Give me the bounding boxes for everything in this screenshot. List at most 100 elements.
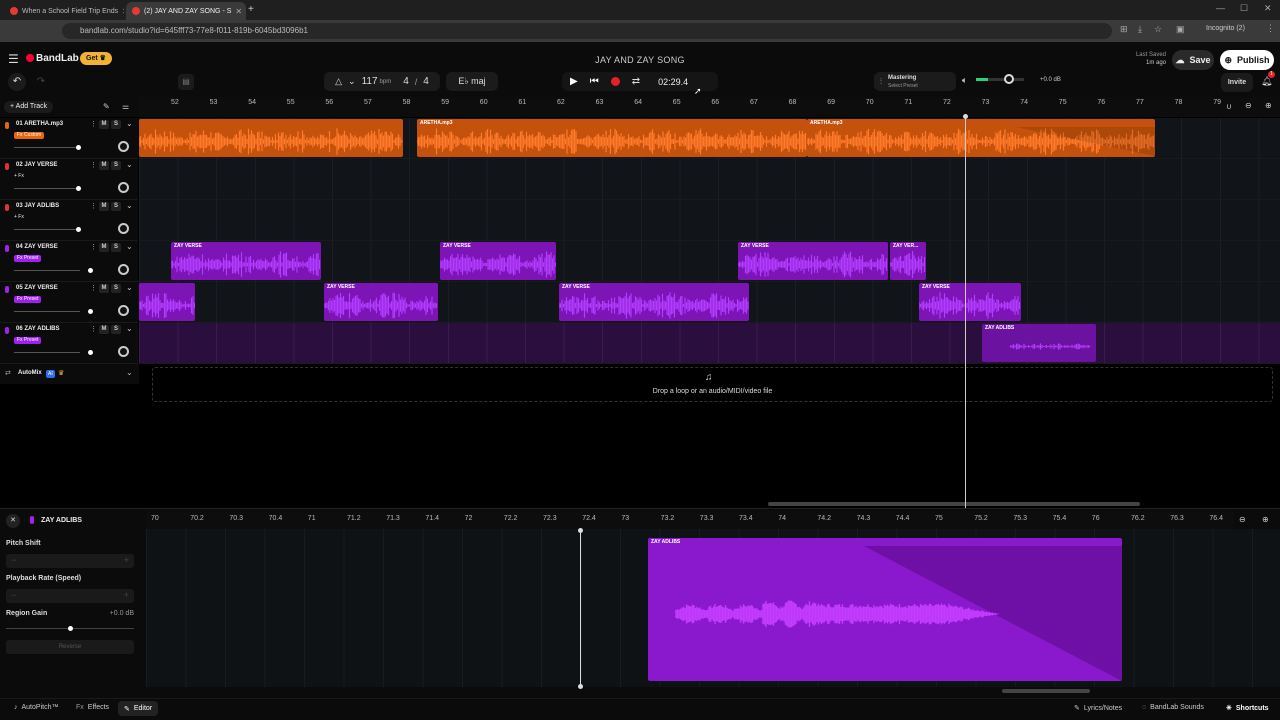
editor-playhead-handle[interactable]: [578, 528, 583, 533]
region-gain-slider[interactable]: [6, 626, 134, 631]
track-menu-icon[interactable]: ⋮: [90, 120, 97, 128]
extensions-icon[interactable]: ⊞: [1120, 24, 1128, 35]
region-zay-verse[interactable]: ZAY VERSE: [738, 242, 888, 280]
bandlab-sounds-button[interactable]: ◌ BandLab Sounds: [1142, 704, 1204, 711]
solo-button[interactable]: S: [111, 120, 121, 129]
zoom-in-icon[interactable]: ⊕: [1265, 101, 1272, 110]
close-tab-icon[interactable]: ✕: [122, 7, 124, 16]
skip-back-icon[interactable]: ⏮: [590, 76, 599, 87]
volume-knob[interactable]: [88, 350, 93, 355]
track-volume-slider[interactable]: [14, 186, 81, 191]
region-zay-verse[interactable]: [139, 283, 195, 321]
lyrics-notes-button[interactable]: ✎ Lyrics/Notes: [1074, 704, 1122, 713]
bpm-value[interactable]: 117: [362, 76, 378, 87]
track-header[interactable]: 06 ZAY ADLIBS ⋮ M S ⌄ Fx Preset: [0, 323, 138, 364]
track-menu-icon[interactable]: ⋮: [90, 325, 97, 333]
pan-knob[interactable]: [118, 346, 129, 357]
maximize-icon[interactable]: ☐: [1240, 3, 1248, 14]
track-volume-slider[interactable]: [14, 309, 93, 314]
song-title[interactable]: JAY AND ZAY SONG: [570, 55, 710, 65]
mute-button[interactable]: M: [99, 325, 109, 334]
close-window-icon[interactable]: ✕: [1264, 3, 1272, 14]
mute-button[interactable]: M: [99, 161, 109, 170]
close-tab-icon[interactable]: ✕: [235, 7, 242, 16]
bookmark-star-icon[interactable]: ☆: [1154, 24, 1162, 35]
solo-button[interactable]: S: [111, 284, 121, 293]
mute-button[interactable]: M: [99, 243, 109, 252]
track-lane[interactable]: ZAY VERSE ZAY VERSE ZAY VERSE: [139, 282, 1280, 323]
effects-tab[interactable]: Fx Effects: [76, 704, 109, 711]
minus-icon[interactable]: −: [11, 590, 16, 600]
speaker-icon[interactable]: 🔈︎: [962, 75, 967, 86]
fx-tag[interactable]: Fx Preset: [14, 296, 42, 303]
track-name[interactable]: 04 ZAY VERSE: [16, 244, 58, 250]
track-menu-icon[interactable]: ⋮: [90, 161, 97, 169]
region-zay-verse[interactable]: ZAY VERSE: [919, 283, 1021, 321]
sidebar-icon[interactable]: ▣: [1176, 24, 1185, 35]
volume-knob[interactable]: [1004, 74, 1014, 84]
pitch-shift-stepper[interactable]: − +: [6, 554, 134, 568]
undo-icon[interactable]: ↶: [8, 73, 26, 91]
region-zay-verse[interactable]: ZAY VERSE: [559, 283, 749, 321]
save-button[interactable]: ☁ Save: [1172, 50, 1214, 70]
solo-button[interactable]: S: [111, 243, 121, 252]
track-lane[interactable]: ZAY VERSE ZAY VERSE ZAY VERSE ZAY VER...: [139, 241, 1280, 282]
editor-region-zay-adlibs[interactable]: ZAY ADLIBS: [648, 538, 1122, 681]
track-volume-slider[interactable]: [14, 350, 93, 355]
incognito-profile[interactable]: Incognito (2): [1206, 25, 1245, 32]
track-lane[interactable]: ARETHA.mp3 ARETHA.mp3: [139, 118, 1280, 159]
track-header[interactable]: 04 ZAY VERSE ⋮ M S ⌄ Fx Preset: [0, 241, 138, 282]
fx-tag[interactable]: Fx Preset: [14, 337, 42, 344]
mixer-icon[interactable]: ⚌: [122, 102, 129, 111]
metronome-icon[interactable]: △: [335, 76, 342, 87]
chevron-down-icon[interactable]: ⌄: [126, 119, 133, 128]
loop-icon[interactable]: ⇄: [632, 76, 640, 87]
close-editor-icon[interactable]: ✕: [6, 514, 20, 528]
horizontal-scrollbar[interactable]: [768, 502, 1140, 506]
track-header[interactable]: 05 ZAY VERSE ⋮ M S ⌄ Fx Preset: [0, 282, 138, 323]
solo-button[interactable]: S: [111, 325, 121, 334]
region-zay-verse[interactable]: ZAY VER...: [890, 242, 926, 280]
tempo-timesig-control[interactable]: △ ⌄ 117 bpm 4 / 4: [324, 72, 440, 91]
automix-row[interactable]: ⇄ AutoMix AI ♛ ⌄: [0, 364, 139, 384]
add-track-button[interactable]: + Add Track: [4, 101, 54, 113]
time-sig-den[interactable]: 4: [423, 76, 429, 87]
master-volume-slider[interactable]: [976, 74, 1024, 84]
track-header[interactable]: 03 JAY ADLIBS ⋮ M S ⌄ + Fx: [0, 200, 138, 241]
volume-knob[interactable]: [88, 268, 93, 273]
chevron-down-icon[interactable]: ⌄: [126, 368, 133, 377]
mute-button[interactable]: M: [99, 202, 109, 211]
editor-scrollbar[interactable]: [1002, 689, 1090, 693]
editor-tab[interactable]: ✎ Editor: [118, 701, 159, 716]
chevron-down-icon[interactable]: ⌄: [126, 201, 133, 210]
mute-button[interactable]: M: [99, 120, 109, 129]
pan-knob[interactable]: [118, 141, 129, 152]
plus-icon[interactable]: +: [124, 555, 129, 565]
timeline-ruler[interactable]: 52 53 54 55 56 57 58 59 60 61 62 63 64 65 66 67 68 69 70 71…: [139, 97, 1280, 117]
zoom-out-icon[interactable]: ⊖: [1245, 101, 1252, 110]
region-zay-adlibs[interactable]: ZAY ADLIBS: [982, 324, 1096, 362]
region-zay-verse[interactable]: ZAY VERSE: [440, 242, 556, 280]
playback-rate-stepper[interactable]: − +: [6, 589, 134, 603]
track-menu-icon[interactable]: ⋮: [90, 284, 97, 292]
new-tab-icon[interactable]: +: [248, 4, 254, 15]
editor-lane[interactable]: ZAY ADLIBS: [146, 529, 1280, 687]
track-name[interactable]: 01 ARETHA.mp3: [16, 121, 63, 127]
chevron-down-icon[interactable]: ⌄: [348, 76, 356, 87]
volume-knob[interactable]: [76, 186, 81, 191]
reverse-button[interactable]: Reverse: [6, 640, 134, 654]
track-lane[interactable]: ZAY ADLIBS: [139, 323, 1280, 364]
redo-icon[interactable]: ↷: [32, 73, 50, 91]
browser-menu-icon[interactable]: ⋮: [1266, 23, 1275, 34]
autopitch-tab[interactable]: ♪ AutoPitch™: [14, 704, 58, 711]
get-membership-button[interactable]: Get ♛: [80, 52, 112, 65]
pan-knob[interactable]: [118, 182, 129, 193]
track-menu-icon[interactable]: ⋮: [90, 202, 97, 210]
solo-button[interactable]: S: [111, 202, 121, 211]
solo-button[interactable]: S: [111, 161, 121, 170]
playhead[interactable]: [965, 116, 966, 509]
region-aretha[interactable]: ARETHA.mp3: [417, 119, 807, 157]
minimize-icon[interactable]: —: [1216, 3, 1225, 13]
fx-tag[interactable]: Fx Custom: [14, 132, 45, 139]
plus-icon[interactable]: +: [124, 590, 129, 600]
